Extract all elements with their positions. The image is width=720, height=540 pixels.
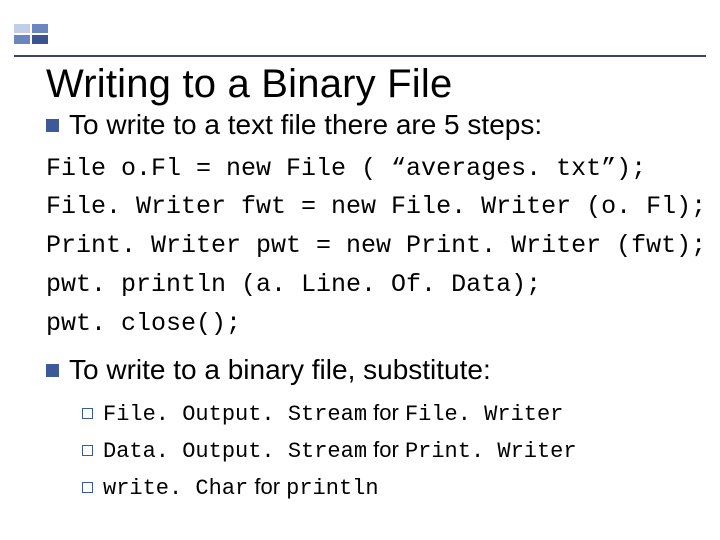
bullet-icon [46,364,59,377]
sub-right: println [286,476,378,501]
slide-content: To write to a text file there are 5 step… [46,108,690,507]
divider [14,55,706,57]
sub-mid: for [367,400,405,425]
sub-mid: for [367,437,405,462]
hollow-bullet-icon [82,445,93,456]
slide: Writing to a Binary File To write to a t… [0,0,720,540]
code-line: File o.Fl = new File ( “averages. txt”); [46,154,646,183]
deco-cell [32,35,48,44]
sub-bullet-list: File. Output. Stream for File. Writer Da… [82,395,690,507]
sub-left: File. Output. Stream [103,402,367,427]
sub-mid: for [248,474,286,499]
corner-decoration [14,24,48,44]
bullet-text-steps: To write to a text file there are 5 step… [46,108,690,142]
code-line: pwt. println (a. Line. Of. Data); [46,270,541,299]
hollow-bullet-icon [82,408,93,419]
code-line: File. Writer fwt = new File. Writer (o. … [46,192,706,221]
bullet-label: To write to a text file there are 5 step… [69,109,542,140]
sub-left: Data. Output. Stream [103,439,367,464]
bullet-icon [46,119,59,132]
deco-cell [14,24,30,33]
sub-bullet-item: write. Char for println [82,469,690,506]
sub-bullet-item: File. Output. Stream for File. Writer [82,395,690,432]
bullet-binary-sub: To write to a binary file, substitute: [46,353,690,387]
slide-title: Writing to a Binary File [46,64,452,104]
hollow-bullet-icon [82,482,93,493]
sub-left: write. Char [103,476,248,501]
deco-cell [32,24,48,33]
code-line: pwt. close(); [46,309,241,338]
code-line: Print. Writer pwt = new Print. Writer (f… [46,231,706,260]
deco-cell [14,35,30,44]
bullet-label: To write to a binary file, substitute: [69,354,491,385]
code-block: File o.Fl = new File ( “averages. txt”);… [46,150,690,344]
sub-right: File. Writer [405,402,563,427]
sub-right: Print. Writer [405,439,577,464]
sub-bullet-item: Data. Output. Stream for Print. Writer [82,432,690,469]
